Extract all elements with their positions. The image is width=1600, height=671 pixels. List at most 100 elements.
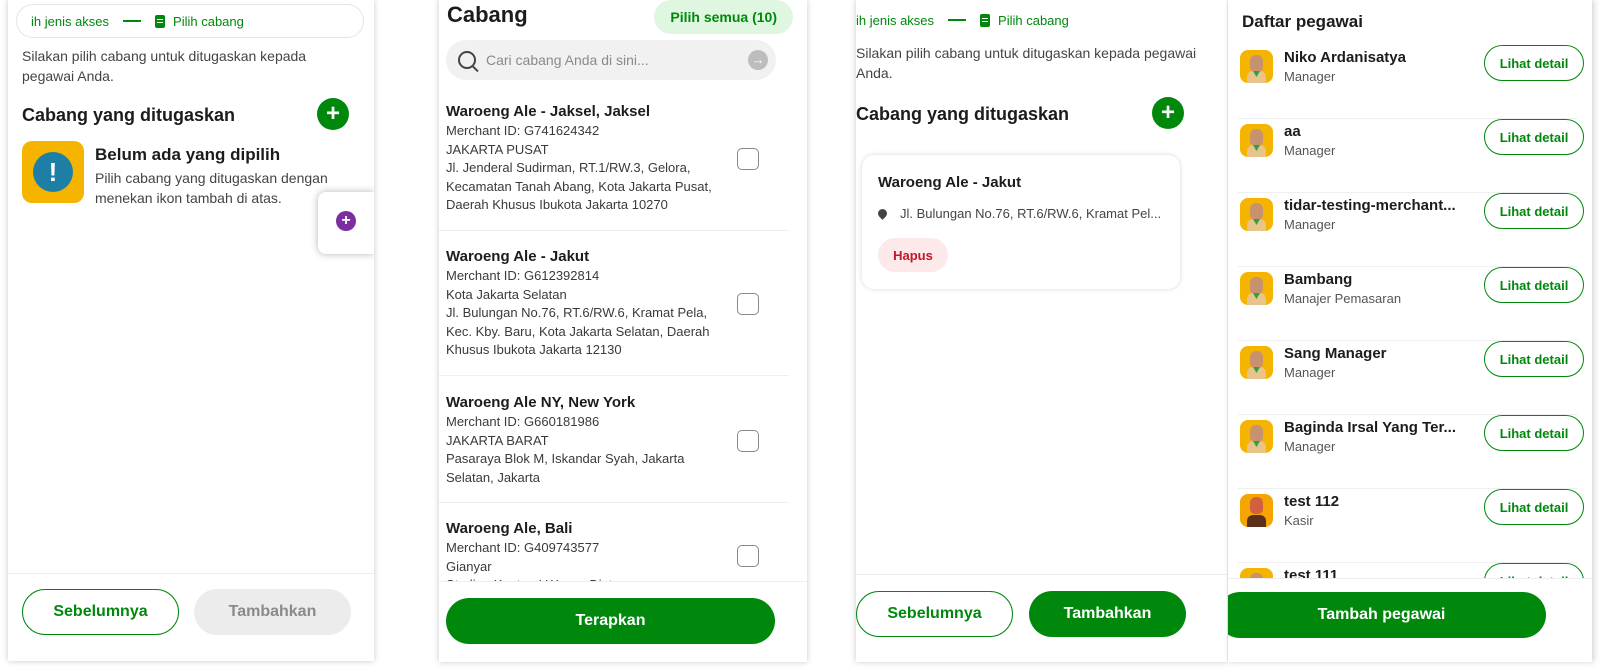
- page-description: Silakan pilih cabang untuk ditugaskan ke…: [856, 45, 1197, 81]
- branch-address: Jl. Bulungan No.76, RT.6/RW.6, Kramat Pe…: [878, 206, 1168, 221]
- warning-icon: !: [22, 141, 84, 203]
- add-branch-button[interactable]: +: [1152, 97, 1184, 129]
- employee-name: Niko Ardanisatya: [1284, 49, 1406, 66]
- branch-item[interactable]: Waroeng Ale - Jaksel, Jaksel Merchant ID…: [439, 102, 789, 231]
- assigned-branch-card: Waroeng Ale - Jakut Jl. Bulungan No.76, …: [862, 155, 1180, 289]
- remove-button[interactable]: Hapus: [878, 238, 948, 272]
- branch-address-line: Daerah Khusus Ibukota Jakarta 10270: [446, 197, 668, 212]
- branch-city: Kota Jakarta Selatan: [446, 286, 567, 302]
- floating-add-popup[interactable]: +: [318, 192, 374, 254]
- branch-item[interactable]: Waroeng Ale NY, New York Merchant ID: G6…: [439, 393, 789, 503]
- screen-branch-picker: Cabang Pilih semua (10) → Waroeng Ale - …: [439, 0, 807, 662]
- add-circle-icon[interactable]: +: [336, 211, 356, 231]
- view-detail-button[interactable]: Lihat detail: [1484, 489, 1584, 525]
- stepper: ih jenis akses Pilih cabang: [16, 4, 364, 38]
- branch-address-line: Khusus Ibukota Jakarta 12130: [446, 342, 622, 357]
- view-detail-button[interactable]: Lihat detail: [1484, 45, 1584, 81]
- page-title: Daftar pegawai: [1242, 12, 1363, 31]
- employee-row: tidar-testing-merchant... Manager Lihat …: [1238, 193, 1584, 267]
- employee-role: Manajer Pemasaran: [1284, 291, 1402, 306]
- stepper: ih jenis akses Pilih cabang: [856, 3, 1196, 37]
- search-icon: [458, 51, 476, 69]
- stepper-step-branch[interactable]: Pilih cabang: [998, 13, 1069, 28]
- branch-address-line: Kecamatan Tanah Abang, Kota Jakarta Pusa…: [446, 178, 712, 194]
- stepper-step-branch[interactable]: Pilih cabang: [173, 14, 244, 29]
- employee-row: Niko Ardanisatya Manager Lihat detail: [1238, 45, 1584, 119]
- avatar: [1240, 50, 1273, 83]
- merchant-id: Merchant ID: G741624342: [446, 123, 600, 138]
- branch-name: Waroeng Ale - Jaksel, Jaksel: [446, 103, 650, 120]
- add-employee-button[interactable]: Tambah pegawai: [1228, 592, 1546, 638]
- avatar: [1240, 494, 1273, 527]
- empty-state-description: Pilih cabang yang ditugaskan dengan mene…: [95, 170, 328, 206]
- arrow-right-icon[interactable]: →: [748, 50, 768, 70]
- branch-checkbox[interactable]: [737, 148, 759, 170]
- stepper-step-access[interactable]: ih jenis akses: [856, 13, 934, 28]
- avatar: [1240, 272, 1273, 305]
- view-detail-button[interactable]: Lihat detail: [1484, 267, 1584, 303]
- page-description: Silakan pilih cabang untuk ditugaskan ke…: [22, 48, 307, 84]
- clipboard-icon: [155, 14, 166, 28]
- branch-address-line: Pasaraya Blok M, Iskandar Syah, Jakarta: [446, 451, 685, 466]
- employee-name: aa: [1284, 123, 1301, 140]
- search-bar: →: [446, 40, 776, 80]
- employee-role: Manager: [1284, 69, 1336, 84]
- branch-address-line: Jl. Bulungan No.76, RT.6/RW.6, Kramat Pe…: [446, 305, 708, 320]
- branch-name: Waroeng Ale, Bali: [446, 520, 573, 537]
- footer-divider: [856, 574, 1227, 575]
- branch-checkbox[interactable]: [737, 430, 759, 452]
- employee-row: test 112 Kasir Lihat detail: [1238, 489, 1584, 563]
- branch-name: Waroeng Ale - Jakut: [446, 248, 590, 265]
- clipboard-icon: [980, 13, 991, 27]
- avatar: [1240, 198, 1273, 231]
- select-all-button[interactable]: Pilih semua (10): [654, 0, 793, 34]
- employee-role: Kasir: [1284, 513, 1314, 528]
- footer-divider: [8, 573, 374, 574]
- merchant-id: Merchant ID: G409743577: [446, 540, 600, 555]
- screen-employee-list: Daftar pegawai Niko Ardanisatya Manager …: [1228, 0, 1592, 662]
- section-title: Cabang yang ditugaskan: [856, 104, 1070, 124]
- branch-item[interactable]: Waroeng Ale, Bali Merchant ID: G40974357…: [439, 519, 789, 592]
- branch-city: Gianyar: [446, 558, 492, 574]
- branch-address-line: Kec. Kby. Baru, Kota Jakarta Selatan, Da…: [446, 323, 710, 339]
- add-branch-button[interactable]: +: [317, 98, 349, 130]
- avatar: [1240, 124, 1273, 157]
- employee-role: Manager: [1284, 365, 1336, 380]
- screen-assign-branch-selected: ih jenis akses Pilih cabang Silakan pili…: [856, 0, 1227, 662]
- section-title: Cabang yang ditugaskan: [22, 105, 236, 125]
- previous-button[interactable]: Sebelumnya: [22, 589, 179, 635]
- previous-button[interactable]: Sebelumnya: [856, 591, 1013, 637]
- employee-row: Baginda Irsal Yang Ter... Manager Lihat …: [1238, 415, 1584, 489]
- branch-city: JAKARTA PUSAT: [446, 141, 549, 157]
- page-title: Cabang: [447, 2, 528, 27]
- employee-name: Baginda Irsal Yang Ter...: [1284, 419, 1457, 436]
- branch-address-line: Selatan, Jakarta: [446, 469, 540, 485]
- view-detail-button[interactable]: Lihat detail: [1484, 341, 1584, 377]
- employee-name: Bambang: [1284, 271, 1353, 288]
- merchant-id: Merchant ID: G612392814: [446, 268, 600, 283]
- branch-checkbox[interactable]: [737, 293, 759, 315]
- apply-button[interactable]: Terapkan: [446, 598, 775, 644]
- avatar: [1240, 420, 1273, 453]
- branch-checkbox[interactable]: [737, 545, 759, 567]
- stepper-divider: [123, 20, 142, 22]
- stepper-step-access[interactable]: ih jenis akses: [31, 14, 109, 29]
- employee-name: test 112: [1284, 493, 1340, 510]
- empty-state-title: Belum ada yang dipilih: [95, 145, 281, 164]
- employee-row: Sang Manager Manager Lihat detail: [1238, 341, 1584, 415]
- employee-role: Manager: [1284, 439, 1336, 454]
- merchant-id: Merchant ID: G660181986: [446, 414, 600, 429]
- view-detail-button[interactable]: Lihat detail: [1484, 193, 1584, 229]
- search-input[interactable]: [486, 52, 726, 68]
- stepper-divider: [948, 19, 967, 21]
- employee-name: tidar-testing-merchant...: [1284, 197, 1456, 214]
- branch-address-line: Jl. Jenderal Sudirman, RT.1/RW.3, Gelora…: [446, 160, 691, 175]
- avatar: [1240, 346, 1273, 379]
- branch-item[interactable]: Waroeng Ale - Jakut Merchant ID: G612392…: [439, 247, 789, 376]
- add-button[interactable]: Tambahkan: [1029, 591, 1186, 637]
- branch-city: JAKARTA BARAT: [446, 432, 549, 448]
- view-detail-button[interactable]: Lihat detail: [1484, 119, 1584, 155]
- view-detail-button[interactable]: Lihat detail: [1484, 415, 1584, 451]
- employee-role: Manager: [1284, 143, 1336, 158]
- employee-row: Bambang Manajer Pemasaran Lihat detail: [1238, 267, 1584, 341]
